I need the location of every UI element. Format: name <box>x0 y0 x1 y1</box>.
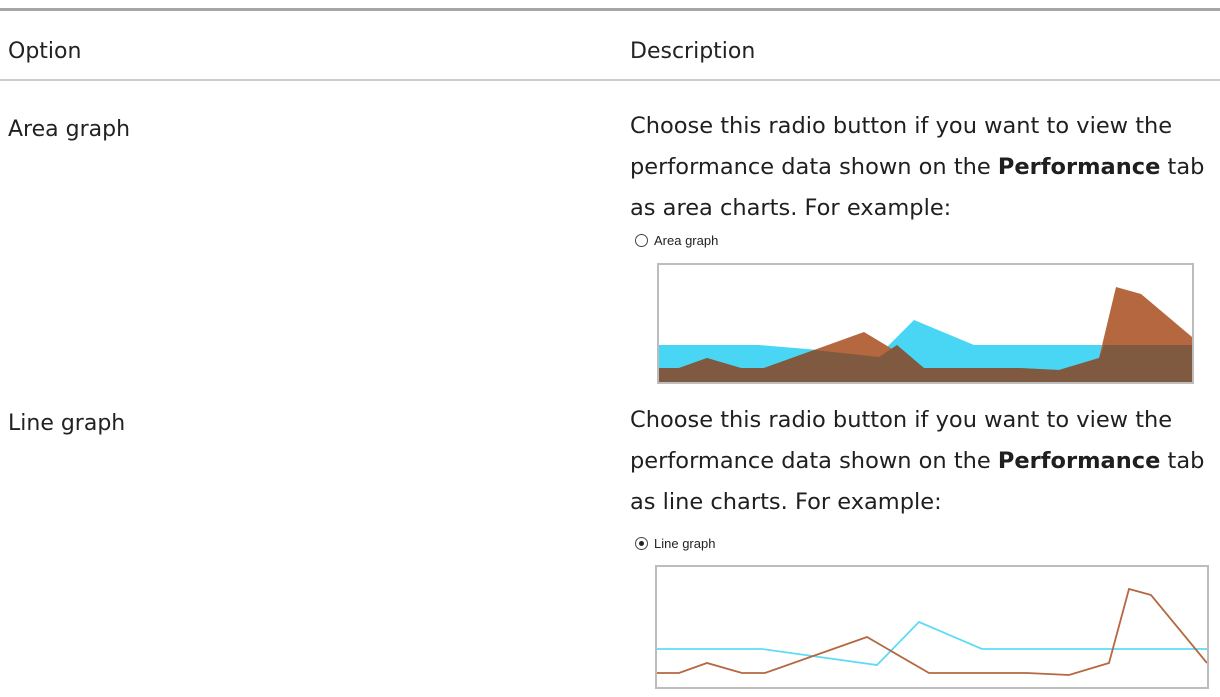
area-graph-radio-example: Area graph <box>635 233 718 248</box>
radio-unselected-icon <box>635 234 648 247</box>
performance-tab-name: Performance <box>997 154 1161 180</box>
description-column-header: Description <box>630 39 756 64</box>
line-graph-example-image <box>655 565 1209 689</box>
table-header-row: Option Description <box>0 11 1220 81</box>
cyan-line-series <box>657 620 1207 666</box>
radio-selected-icon <box>635 537 648 550</box>
line-graph-svg <box>657 587 1207 676</box>
area-graph-example-image <box>657 263 1194 384</box>
radio-label: Line graph <box>654 536 716 551</box>
area-graph-svg <box>659 287 1192 382</box>
option-column-header: Option <box>8 39 82 64</box>
description-area-graph: Choose this radio button if you want to … <box>630 106 1215 229</box>
performance-tab-name: Performance <box>997 448 1161 474</box>
line-graph-radio-example: Line graph <box>635 536 715 551</box>
orange-line-series <box>657 587 1207 676</box>
option-line-graph: Line graph <box>8 411 126 436</box>
description-line-graph: Choose this radio button if you want to … <box>630 400 1215 523</box>
radio-label: Area graph <box>654 233 719 248</box>
option-area-graph: Area graph <box>8 117 131 142</box>
